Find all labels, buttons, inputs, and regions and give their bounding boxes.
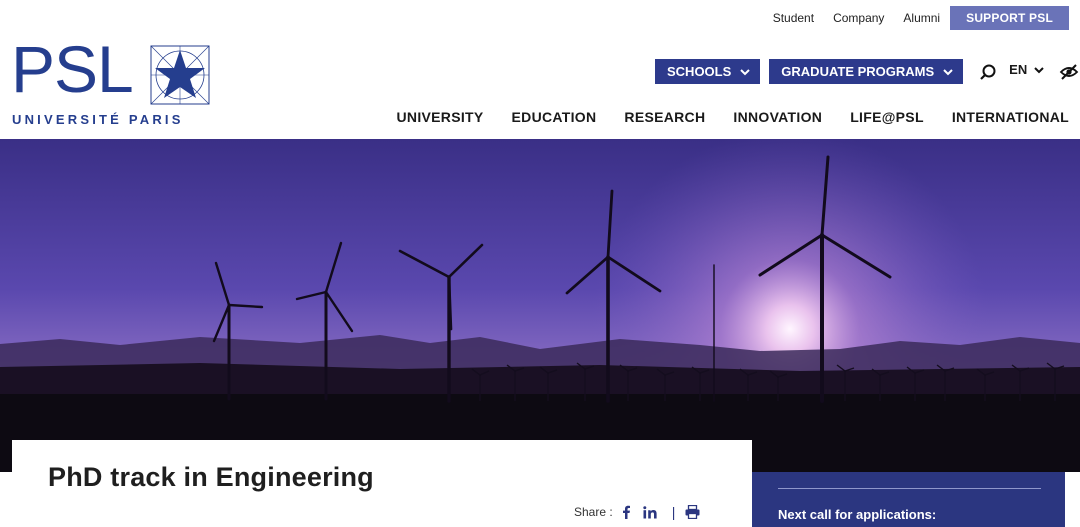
nav-item-research[interactable]: RESEARCH (624, 109, 705, 125)
logo-subtitle: UNIVERSITÉ PARIS (12, 112, 184, 127)
share-separator: | (671, 504, 676, 520)
share-label: Share : (574, 505, 613, 519)
utility-link-company[interactable]: Company (833, 11, 884, 25)
print-icon[interactable] (685, 505, 700, 519)
nav-item-international[interactable]: INTERNATIONAL (952, 109, 1069, 125)
language-selector[interactable]: EN (1009, 62, 1045, 77)
support-psl-button[interactable]: SUPPORT PSL (950, 6, 1069, 30)
search-icon[interactable] (979, 63, 997, 81)
utility-bar: Student Company Alumni SUPPORT PSL (773, 6, 1069, 30)
chevron-down-icon (740, 68, 751, 75)
panel-divider (778, 488, 1041, 489)
schools-label: SCHOOLS (667, 64, 732, 79)
psl-logo[interactable]: PSL UNIVERSITÉ PARIS (11, 36, 211, 128)
page: Student Company Alumni SUPPORT PSL PSL U… (0, 0, 1080, 527)
next-call-label: Next call for applications: (778, 507, 937, 522)
main-nav: UNIVERSITY EDUCATION RESEARCH INNOVATION… (369, 109, 1070, 125)
share-bar: Share : | (574, 504, 700, 520)
schools-dropdown[interactable]: SCHOOLS (655, 59, 761, 84)
utility-link-alumni[interactable]: Alumni (903, 11, 940, 25)
star-icon (150, 45, 210, 105)
nav-item-education[interactable]: EDUCATION (512, 109, 597, 125)
linkedin-icon[interactable] (643, 505, 658, 519)
logo-title: PSL (11, 32, 134, 106)
header-tools: SCHOOLS GRADUATE PROGRAMS EN (655, 59, 1079, 84)
utility-link-student[interactable]: Student (773, 11, 814, 25)
wind-farm-illustration (0, 139, 1080, 472)
facebook-icon[interactable] (621, 505, 631, 519)
eye-off-icon[interactable] (1059, 62, 1079, 82)
nav-item-life-psl[interactable]: LIFE@PSL (850, 109, 924, 125)
language-label: EN (1009, 62, 1028, 77)
hero-image (0, 139, 1080, 472)
nav-item-innovation[interactable]: INNOVATION (733, 109, 822, 125)
graduate-programs-label: GRADUATE PROGRAMS (781, 64, 935, 79)
page-title: PhD track in Engineering (48, 462, 374, 492)
nav-item-university[interactable]: UNIVERSITY (397, 109, 484, 125)
graduate-programs-dropdown[interactable]: GRADUATE PROGRAMS (769, 59, 964, 84)
chevron-down-icon (1034, 66, 1044, 73)
chevron-down-icon (943, 68, 953, 75)
